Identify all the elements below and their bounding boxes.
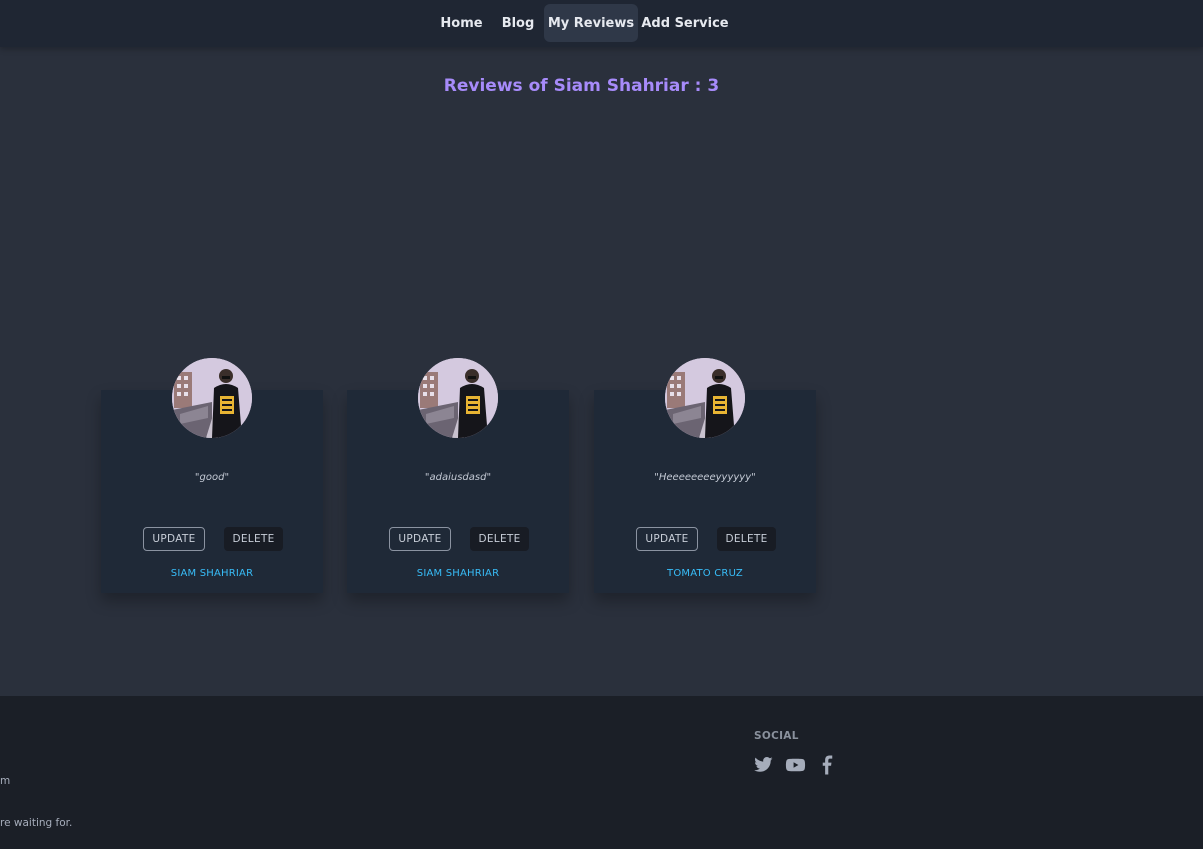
review-card: "Heeeeeeeeyyyyyy" UPDATE DELETE TOMATO C… bbox=[594, 358, 816, 593]
update-button[interactable]: UPDATE bbox=[389, 527, 451, 551]
social-heading: SOCIAL bbox=[754, 730, 799, 742]
update-button[interactable]: UPDATE bbox=[636, 527, 698, 551]
footer-text-line: re waiting for. bbox=[0, 817, 73, 829]
youtube-icon[interactable] bbox=[785, 755, 806, 779]
page-title: Reviews of Siam Shahriar : 3 bbox=[443, 76, 720, 96]
nav-home-link[interactable]: Home bbox=[433, 4, 490, 42]
twitter-icon[interactable] bbox=[753, 755, 774, 779]
review-text: "adaiusdasd" bbox=[424, 472, 492, 483]
reviewer-avatar bbox=[172, 358, 252, 438]
reviewer-name: SIAM SHAHRIAR bbox=[170, 568, 254, 579]
update-button[interactable]: UPDATE bbox=[143, 527, 205, 551]
delete-button[interactable]: DELETE bbox=[224, 527, 283, 551]
reviewer-avatar bbox=[665, 358, 745, 438]
nav-my-reviews-link[interactable]: My Reviews bbox=[544, 4, 638, 42]
delete-button[interactable]: DELETE bbox=[470, 527, 529, 551]
facebook-icon[interactable] bbox=[818, 755, 837, 779]
nav-add-service-link[interactable]: Add Service bbox=[641, 4, 729, 42]
reviewer-avatar bbox=[418, 358, 498, 438]
navbar: Home Blog My Reviews Add Service bbox=[0, 0, 1203, 47]
review-text: "good" bbox=[194, 472, 230, 483]
review-text: "Heeeeeeeeyyyyyy" bbox=[654, 472, 756, 483]
delete-button[interactable]: DELETE bbox=[717, 527, 776, 551]
review-card: "adaiusdasd" UPDATE DELETE SIAM SHAHRIAR bbox=[347, 358, 569, 593]
footer: m re waiting for. SOCIAL bbox=[0, 696, 1203, 849]
reviewer-name: TOMATO CRUZ bbox=[667, 568, 743, 579]
review-card: "good" UPDATE DELETE SIAM SHAHRIAR bbox=[101, 358, 323, 593]
footer-text-line: m bbox=[0, 775, 11, 787]
reviewer-name: SIAM SHAHRIAR bbox=[416, 568, 500, 579]
nav-blog-link[interactable]: Blog bbox=[495, 4, 541, 42]
